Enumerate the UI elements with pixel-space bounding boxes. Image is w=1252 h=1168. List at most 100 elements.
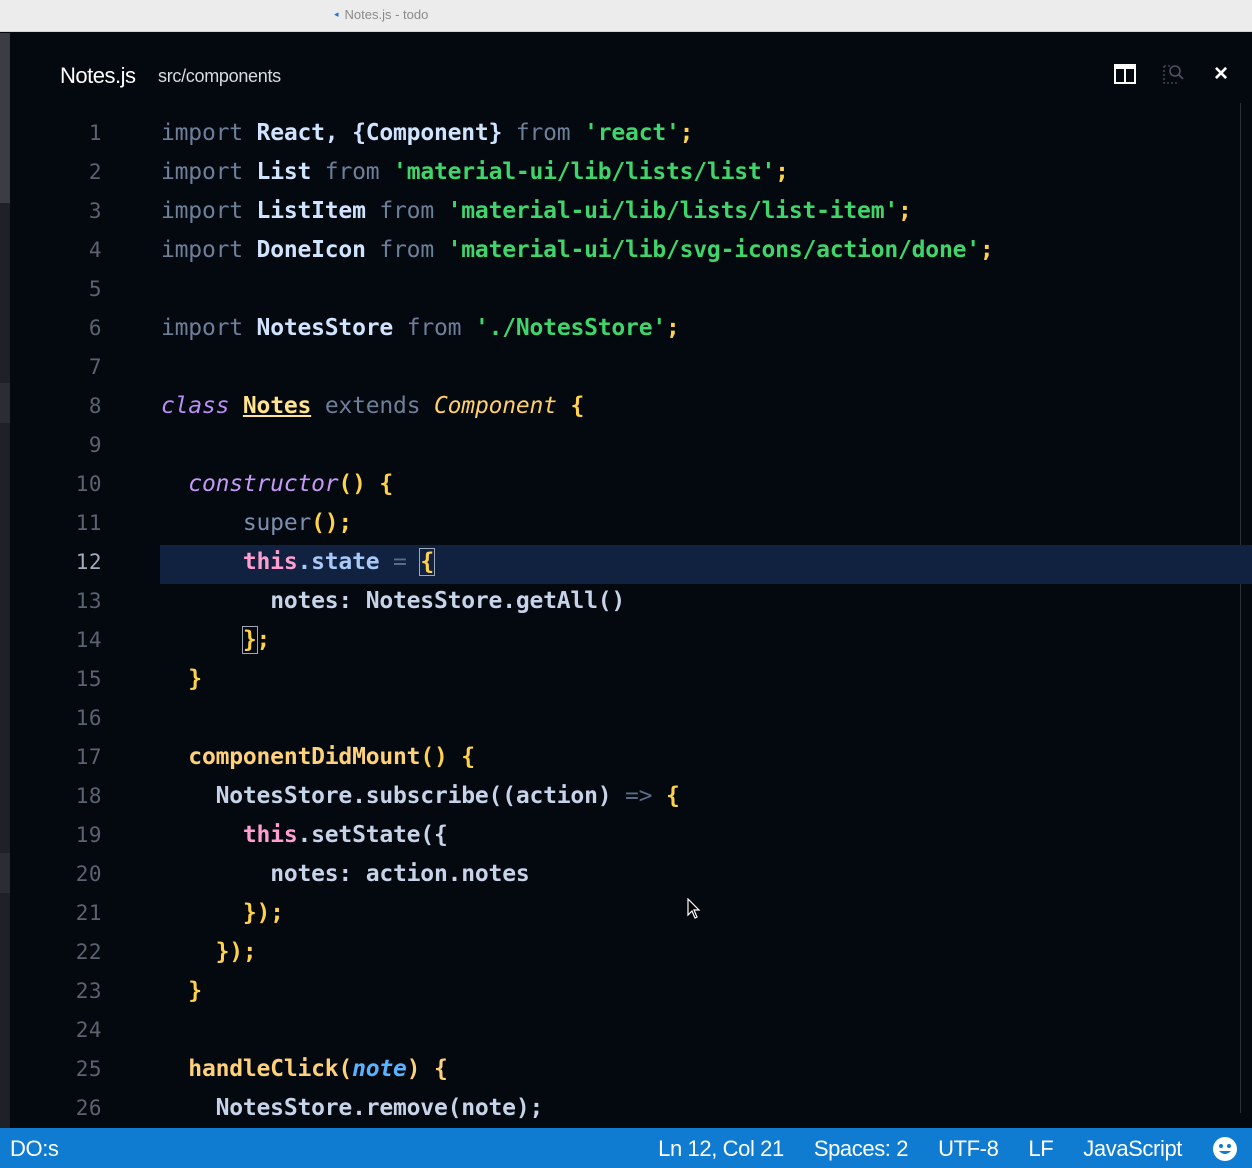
line-number: 19 — [75, 823, 102, 847]
punctuation: () { — [420, 744, 475, 770]
punctuation: () { — [338, 471, 394, 497]
code-line[interactable]: 23 } — [10, 974, 1252, 1013]
method-name: handleClick( — [188, 1056, 353, 1082]
line-number: 26 — [75, 1096, 102, 1120]
code-line[interactable]: 7 — [10, 350, 1252, 389]
code-text: NotesStore.subscribe((action) — [215, 783, 612, 809]
punctuation: } — [188, 978, 202, 1004]
punctuation: { — [570, 393, 585, 419]
code-line[interactable]: 13 notes: NotesStore.getAll() — [10, 584, 1252, 623]
code-line[interactable]: 25 handleClick(note) { — [10, 1052, 1252, 1091]
encoding[interactable]: UTF-8 — [938, 1136, 999, 1162]
keyword: import — [161, 198, 243, 224]
class-name: Notes — [242, 393, 312, 419]
line-number: 2 — [88, 160, 102, 184]
code-line[interactable]: 18 NotesStore.subscribe((action) => { — [10, 779, 1252, 818]
line-number: 13 — [75, 589, 102, 613]
line-number: 21 — [75, 901, 102, 925]
keyword: import — [161, 120, 243, 146]
punctuation: ; — [898, 198, 912, 224]
cursor-position[interactable]: Ln 12, Col 21 — [658, 1136, 784, 1162]
matched-bracket: { — [419, 548, 435, 576]
code-text: .setState({ — [297, 822, 448, 848]
code-line[interactable]: 22 }); — [10, 935, 1252, 974]
current-line[interactable]: 12 this.state = { — [10, 545, 1252, 584]
open-preview-icon[interactable] — [1160, 61, 1186, 87]
operator: = — [393, 549, 407, 575]
line-number: 9 — [88, 433, 102, 457]
editor-actions: × — [1112, 61, 1234, 87]
keyword: import — [161, 315, 243, 341]
code-line[interactable]: 2 import List from 'material-ui/lib/lists… — [10, 155, 1252, 194]
keyword: from — [515, 120, 571, 146]
code-line[interactable]: 26 NotesStore.remove(note); — [10, 1091, 1252, 1128]
line-number: 15 — [75, 667, 102, 691]
code-line[interactable]: 6 import NotesStore from './NotesStore'; — [10, 311, 1252, 350]
code-line[interactable]: 16 — [10, 701, 1252, 740]
line-ending[interactable]: LF — [1028, 1136, 1053, 1162]
split-editor-icon[interactable] — [1112, 61, 1138, 87]
code-line[interactable]: 3 import ListItem from 'material-ui/lib/l… — [10, 194, 1252, 233]
scrollbar-thumb[interactable] — [0, 33, 10, 203]
code-line[interactable]: 4 import DoneIcon from 'material-ui/lib/s… — [10, 233, 1252, 272]
code-line[interactable]: 17 componentDidMount() { — [10, 740, 1252, 779]
line-number: 14 — [75, 628, 102, 652]
keyword: import — [161, 237, 243, 263]
punctuation: { — [665, 783, 680, 809]
language-mode[interactable]: JavaScript — [1083, 1136, 1182, 1162]
editor[interactable]: Notes.js src/components × 1 import React,… — [10, 33, 1252, 1128]
close-icon[interactable]: × — [1208, 61, 1234, 87]
title-bar: ◂ Notes.js - todo — [0, 0, 1252, 32]
file-name[interactable]: Notes.js — [60, 63, 136, 89]
punctuation: ) { — [406, 1056, 448, 1082]
punctuation: ; — [256, 627, 271, 653]
scrollbar-marker — [0, 853, 10, 893]
code-line[interactable]: 15 } — [10, 662, 1252, 701]
status-left-text[interactable]: DO:s — [10, 1136, 59, 1162]
code-line[interactable]: 20 notes: action.notes — [10, 857, 1252, 896]
punctuation: }); — [242, 900, 284, 926]
code-line[interactable]: 19 this.setState({ — [10, 818, 1252, 857]
operator: => — [625, 783, 653, 809]
line-number: 25 — [75, 1057, 102, 1081]
code-line[interactable]: 11 super(); — [10, 506, 1252, 545]
keyword: class — [161, 393, 230, 419]
punctuation: (); — [311, 510, 353, 536]
status-right-group: Ln 12, Col 21 Spaces: 2 UTF-8 LF JavaScr… — [658, 1136, 1238, 1162]
code-text: notes: NotesStore.getAll() — [270, 588, 626, 614]
line-number: 7 — [88, 355, 102, 379]
code-line[interactable]: 14 }; — [10, 623, 1252, 662]
line-number: 5 — [88, 277, 102, 301]
status-bar: DO:s Ln 12, Col 21 Spaces: 2 UTF-8 LF Ja… — [0, 1128, 1252, 1168]
string: 'material-ui/lib/lists/list' — [393, 159, 776, 185]
line-number: 11 — [75, 511, 102, 535]
punctuation: } — [188, 666, 202, 692]
code-line[interactable]: 21 }); — [10, 896, 1252, 935]
scrollbar-marker — [0, 383, 10, 423]
line-number: 1 — [88, 121, 102, 145]
code-line[interactable]: 9 — [10, 428, 1252, 467]
editor-header: Notes.js src/components × — [10, 33, 1252, 93]
parameter: note — [352, 1056, 407, 1082]
code-text: NotesStore.remove(note); — [215, 1095, 544, 1121]
inherited-class: Component — [434, 393, 557, 419]
code-text: notes: action.notes — [270, 861, 530, 887]
indentation-setting[interactable]: Spaces: 2 — [814, 1136, 909, 1162]
left-panel-edge — [0, 33, 10, 1128]
keyword: from — [379, 237, 434, 263]
code-area[interactable]: 1 import React, {Component} from 'react';… — [10, 116, 1252, 1128]
keyword: from — [379, 198, 434, 224]
line-number: 17 — [75, 745, 102, 769]
code-line[interactable]: 24 — [10, 1013, 1252, 1052]
identifier: DoneIcon — [256, 237, 366, 263]
identifier: NotesStore — [256, 315, 394, 341]
identifier: ListItem — [256, 198, 366, 224]
identifier: List — [256, 159, 312, 185]
punctuation: }); — [215, 939, 257, 965]
smiley-icon[interactable] — [1212, 1136, 1238, 1162]
code-line[interactable]: 10 constructor() { — [10, 467, 1252, 506]
code-line[interactable]: 1 import React, {Component} from 'react'; — [10, 116, 1252, 155]
code-line[interactable]: 5 — [10, 272, 1252, 311]
code-line[interactable]: 8 class Notes extends Component { — [10, 389, 1252, 428]
keyword: from — [324, 159, 380, 185]
